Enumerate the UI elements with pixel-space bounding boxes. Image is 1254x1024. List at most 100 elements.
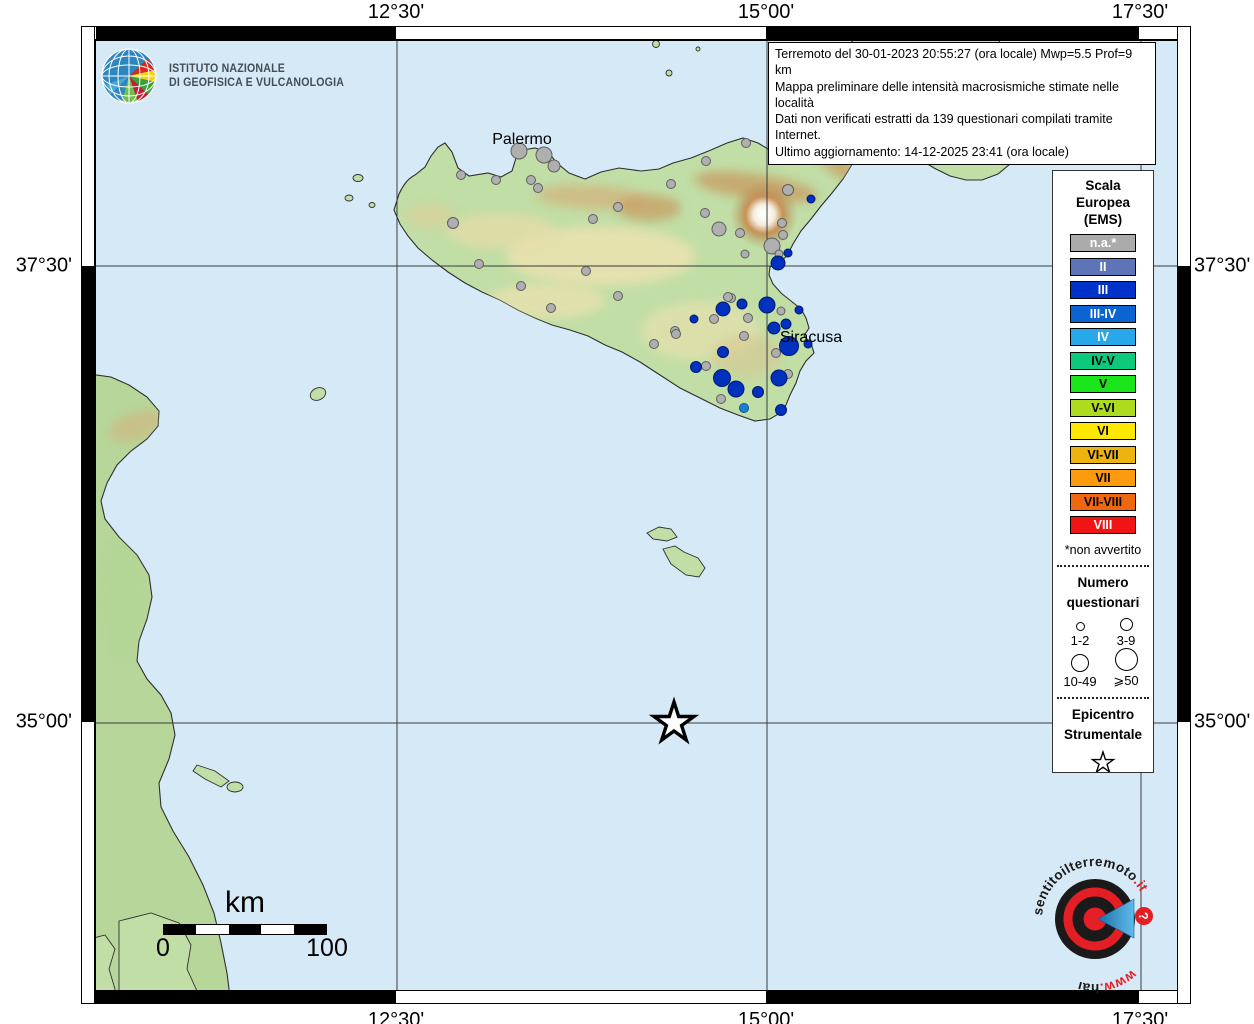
intensity-dot-na bbox=[588, 214, 598, 224]
size-key-3-9: 3-9 bbox=[1103, 617, 1149, 648]
intensity-dot-III bbox=[775, 404, 787, 416]
scale-unit: km bbox=[225, 886, 265, 919]
map-area: PalermoMessinaSiracusa bbox=[81, 24, 1179, 1006]
legend-divider bbox=[1057, 564, 1149, 567]
size-key-label: 10-49 bbox=[1063, 673, 1097, 689]
frame-band-left bbox=[81, 26, 95, 1004]
intensity-dot-na bbox=[613, 291, 623, 301]
intensity-dot-III bbox=[713, 369, 731, 387]
map-canvas: PalermoMessinaSiracusa bbox=[81, 24, 1178, 1006]
intensity-dot-na bbox=[649, 339, 659, 349]
ingv-name: ISTITUTO NAZIONALE DI GEOFISICA E VULCAN… bbox=[169, 63, 345, 89]
intensity-dot-na bbox=[743, 313, 753, 323]
haisentitoilterremoto-logo: ? sentitoilterremoto.it www.hai bbox=[1030, 854, 1153, 996]
axis-label-bottom: 15°00' bbox=[737, 1009, 795, 1024]
legend-swatch-VI-VII: VI-VII bbox=[1070, 445, 1136, 464]
island-egadi-2 bbox=[344, 194, 354, 202]
ingv-globe-icon bbox=[101, 48, 157, 104]
epicenter-title: Epicentro Strumentale bbox=[1063, 706, 1143, 743]
legend: Scala Europea (EMS) n.a.* II III III-IV IV IV… bbox=[1052, 170, 1154, 773]
size-key-circle bbox=[1119, 617, 1133, 631]
frame-band-right bbox=[1177, 26, 1191, 1004]
intensity-dot-III bbox=[767, 321, 781, 335]
intensity-dot-na bbox=[716, 394, 726, 404]
intensity-dot-III bbox=[727, 380, 745, 398]
island-aeolian-4 bbox=[695, 46, 701, 52]
legend-swatch-n.a.*: n.a.* bbox=[1070, 234, 1136, 252]
legend-swatch-VII-VIII: VII-VIII bbox=[1070, 492, 1136, 511]
scale-segment bbox=[261, 925, 294, 934]
legend-swatch-V-VI: V-VI bbox=[1070, 398, 1136, 417]
intensity-dot-na bbox=[709, 314, 719, 324]
intensity-dot-na bbox=[547, 159, 561, 173]
city-label-siracusa: Siracusa bbox=[780, 329, 842, 346]
intensity-dot-na bbox=[666, 179, 676, 189]
size-key-10-49: 10-49 bbox=[1057, 648, 1103, 689]
scale-bar-segments bbox=[163, 924, 327, 935]
logo-text-bottom: www.hai bbox=[1076, 967, 1141, 996]
size-key-⩾50: ⩾50 bbox=[1103, 647, 1149, 689]
size-key-circle bbox=[1114, 647, 1138, 671]
intensity-dot-na bbox=[701, 361, 711, 371]
intensity-dot-na bbox=[723, 292, 733, 302]
intensity-dot-na bbox=[533, 183, 543, 193]
legend-swatch-IV-V: IV-V bbox=[1070, 351, 1136, 370]
frame-band-top bbox=[81, 26, 1191, 40]
intensity-dot-na bbox=[771, 348, 781, 358]
intensity-dot-na bbox=[581, 266, 591, 276]
title-box: Terremoto del 30-01-2023 20:55:27 (ora l… bbox=[768, 42, 1156, 166]
intensity-dot-na bbox=[456, 170, 466, 180]
intensity-dot-na bbox=[516, 281, 526, 291]
intensity-dot-na bbox=[711, 221, 727, 237]
intensity-dot-na bbox=[491, 175, 501, 185]
size-key-label: 1-2 bbox=[1070, 632, 1090, 648]
scale-segment bbox=[228, 925, 262, 934]
island-aeolian-2 bbox=[652, 40, 660, 48]
questionnaire-title: Numero questionari bbox=[1066, 574, 1140, 611]
intensity-dot-III bbox=[758, 296, 776, 314]
intensity-dot-na bbox=[778, 230, 788, 240]
intensity-dot-na bbox=[776, 306, 786, 316]
axis-label-right: 35°00' bbox=[1194, 710, 1251, 733]
intensity-dot-III bbox=[715, 301, 731, 317]
intensity-dot-III bbox=[689, 314, 699, 324]
axis-label-right: 37°30' bbox=[1194, 254, 1251, 277]
title-line-3: Dati non verificati estratti da 139 ques… bbox=[775, 112, 1113, 143]
scale-end: 100 bbox=[306, 934, 348, 962]
legend-swatch-VIII: VIII bbox=[1070, 516, 1136, 534]
intensity-dot-na bbox=[741, 138, 751, 148]
axis-label-bottom: 17°30' bbox=[1111, 1009, 1169, 1024]
scale-segment bbox=[196, 925, 229, 934]
intensity-dot-III bbox=[770, 255, 786, 271]
intensity-dot-na bbox=[546, 303, 556, 313]
island-kerkennah-2 bbox=[226, 781, 244, 793]
legend-swatch-III: III bbox=[1070, 281, 1136, 299]
title-line-2: Mappa preliminare delle intensità macros… bbox=[775, 79, 1119, 110]
city-label-palermo: Palermo bbox=[492, 131, 552, 148]
intensity-dot-na bbox=[740, 249, 750, 259]
axis-label-top: 17°30' bbox=[1111, 1, 1169, 23]
legend-swatch-V: V bbox=[1070, 375, 1136, 393]
ingv-logo: ISTITUTO NAZIONALE DI GEOFISICA E VULCAN… bbox=[100, 47, 359, 105]
questionnaire-size-key: 1-2 3-9 10-49 ⩾50 bbox=[1057, 617, 1149, 689]
legend-swatch-II: II bbox=[1070, 257, 1136, 276]
size-key-label: ⩾50 bbox=[1113, 672, 1139, 688]
intensity-dot-III bbox=[717, 346, 729, 358]
island-aeolian-3 bbox=[665, 69, 673, 77]
axis-label-left: 37°30' bbox=[15, 254, 72, 277]
legend-footnote: *non avvertito bbox=[1064, 542, 1142, 557]
intensity-dot-na bbox=[700, 208, 710, 218]
intensity-dot-III-IV bbox=[739, 403, 749, 413]
intensity-dot-na bbox=[739, 331, 749, 341]
intensity-dot-na bbox=[735, 228, 745, 238]
intensity-dot-III bbox=[806, 194, 816, 204]
size-key-1-2: 1-2 bbox=[1057, 618, 1103, 648]
intensity-dot-na bbox=[474, 259, 484, 269]
legend-divider-2 bbox=[1057, 696, 1149, 699]
size-key-label: 3-9 bbox=[1116, 632, 1136, 648]
scale-start: 0 bbox=[156, 934, 170, 962]
axis-label-top: 15°00' bbox=[737, 1, 795, 23]
scale-segment bbox=[293, 925, 327, 934]
intensity-dot-na bbox=[526, 175, 536, 185]
intensity-dot-na bbox=[777, 218, 787, 228]
